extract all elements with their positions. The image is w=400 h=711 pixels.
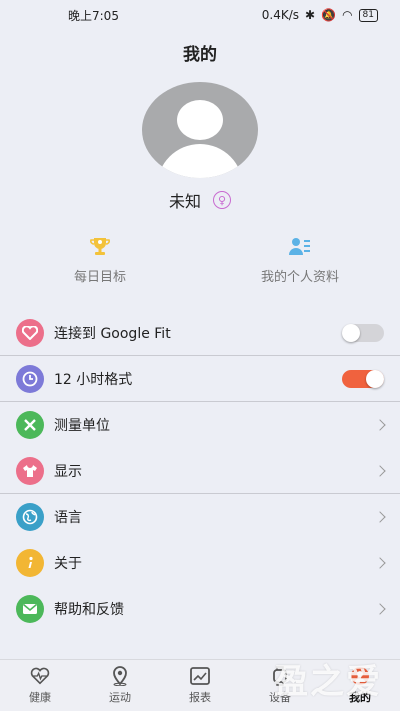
12-hour-label: 12 小时格式	[54, 371, 133, 388]
page-title: 我的	[183, 45, 217, 65]
tab-sport[interactable]: 运动	[80, 660, 160, 711]
battery-icon: 81	[358, 8, 378, 22]
heartbeat-icon	[30, 666, 50, 686]
toggle-knob	[342, 323, 360, 342]
settings-row-language[interactable]: 语言	[0, 494, 400, 540]
globe-icon	[16, 503, 44, 531]
google-fit-toggle[interactable]	[342, 323, 384, 342]
tab-health-label: 健康	[29, 691, 51, 704]
quick-actions: 每日目标 我的个人资料	[0, 236, 400, 285]
mute-icon: 🔕	[321, 8, 337, 22]
clock-icon	[16, 364, 44, 393]
about-label: 关于	[54, 556, 82, 572]
location-icon	[110, 666, 130, 686]
tab-health[interactable]: 健康	[0, 660, 80, 711]
shirt-icon	[16, 456, 44, 485]
google-fit-label: 连接到 Google Fit	[54, 325, 171, 342]
avatar-body	[157, 144, 243, 178]
daily-goal-button[interactable]: 每日目标	[0, 236, 200, 285]
display-label: 显示	[54, 463, 82, 480]
chevron-right-icon	[374, 464, 386, 477]
status-time: 晚上7:05	[68, 8, 119, 23]
username-row: 未知 ♀	[0, 188, 400, 212]
my-profile-button[interactable]: 我的个人资料	[200, 236, 400, 285]
chevron-right-icon	[374, 511, 386, 523]
tab-sport-label: 运动	[109, 691, 131, 704]
info-icon	[16, 549, 44, 577]
daily-goal-label: 每日目标	[73, 270, 126, 285]
bluetooth-icon: ✱	[305, 8, 316, 22]
settings-list: 连接到 Google Fit 12 小时格式 测量单位 显示 语言 关于 帮助和…	[0, 310, 400, 632]
mail-icon	[16, 595, 44, 623]
ruler-icon	[16, 411, 44, 439]
settings-row-about[interactable]: 关于	[0, 540, 400, 586]
tab-report-label: 报表	[189, 691, 211, 704]
status-bar: 晚上7:05 0.4K/s ✱ 🔕 ◠ 81	[0, 0, 400, 30]
help-label: 帮助和反馈	[54, 602, 124, 618]
12-hour-toggle[interactable]	[342, 369, 384, 388]
username: 未知	[168, 192, 201, 211]
chart-icon	[190, 666, 210, 686]
female-icon: ♀	[213, 191, 231, 209]
status-indicators: 0.4K/s ✱ 🔕 ◠ 81	[262, 8, 378, 22]
settings-row-google-fit[interactable]: 连接到 Google Fit	[0, 310, 400, 356]
profile-icon	[289, 238, 310, 255]
avatar[interactable]	[142, 82, 258, 178]
avatar-head	[177, 100, 223, 140]
watermark: 盈之爱	[274, 662, 382, 702]
chevron-right-icon	[374, 557, 386, 569]
wifi-icon: ◠	[342, 8, 353, 22]
tab-report[interactable]: 报表	[160, 660, 240, 711]
settings-row-12-hour[interactable]: 12 小时格式	[0, 356, 400, 402]
settings-row-units[interactable]: 测量单位	[0, 402, 400, 448]
chevron-right-icon	[374, 603, 386, 615]
network-speed: 0.4K/s	[261, 8, 300, 22]
settings-row-display[interactable]: 显示	[0, 448, 400, 494]
language-label: 语言	[54, 510, 82, 526]
my-profile-label: 我的个人资料	[260, 270, 339, 285]
settings-row-help[interactable]: 帮助和反馈	[0, 586, 400, 632]
toggle-knob	[366, 369, 384, 388]
units-label: 测量单位	[54, 418, 110, 434]
trophy-icon	[90, 238, 110, 255]
heart-icon	[16, 318, 44, 347]
chevron-right-icon	[374, 419, 386, 431]
